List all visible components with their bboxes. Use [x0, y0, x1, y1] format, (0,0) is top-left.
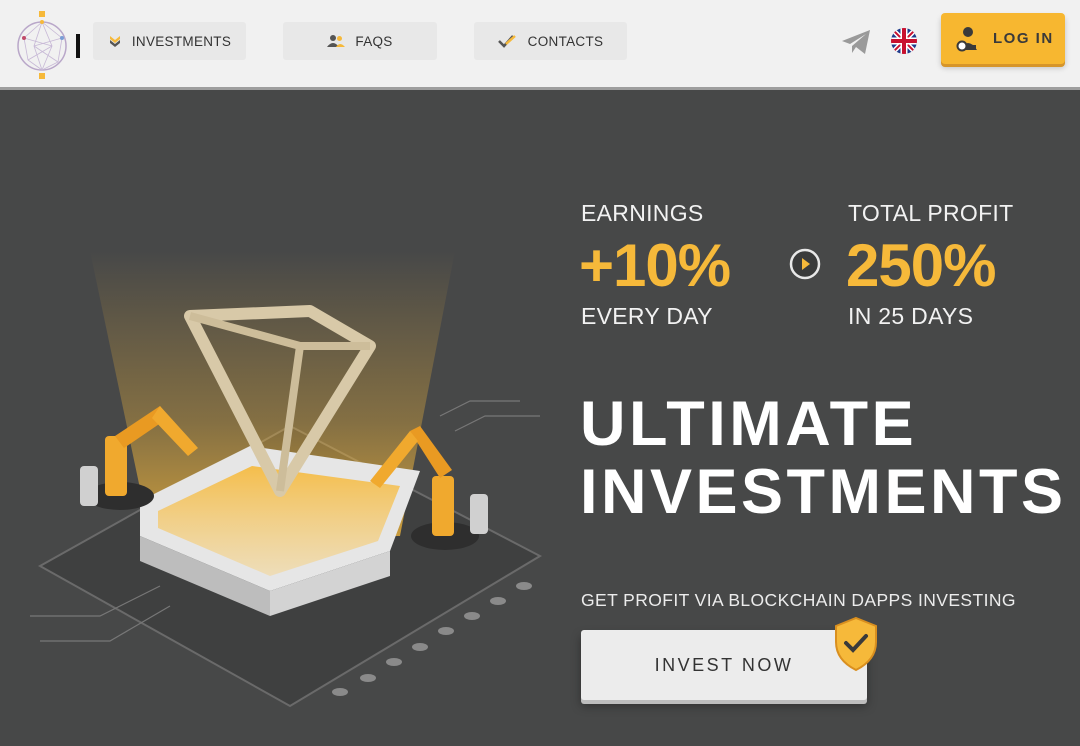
checkmark-icon	[497, 35, 516, 48]
header: INVESTMENTS FAQS CONTACTS LOG IN	[0, 0, 1080, 90]
login-button[interactable]: LOG IN	[941, 13, 1065, 64]
total-profit-value: 250%	[846, 232, 996, 299]
nav-investments-button[interactable]: INVESTMENTS	[93, 22, 246, 60]
users-icon	[327, 35, 346, 47]
earnings-period: EVERY DAY	[581, 303, 713, 329]
invest-now-label: INVEST NOW	[654, 654, 794, 675]
nav-faqs-button[interactable]: FAQS	[283, 22, 437, 60]
hero-title-line2: INVESTMENTS	[580, 457, 1067, 527]
total-profit-period: IN 25 DAYS	[848, 303, 974, 329]
telegram-icon[interactable]	[840, 28, 872, 56]
logo-divider	[76, 34, 80, 58]
nav-faqs-label: FAQS	[355, 33, 393, 49]
hero-title-line1: ULTIMATE	[580, 389, 918, 459]
login-label: LOG IN	[993, 30, 1054, 47]
chevrons-down-icon	[109, 36, 120, 47]
play-arrow-icon	[789, 248, 821, 280]
shield-check-icon	[835, 616, 877, 672]
logo-icon[interactable]	[14, 10, 72, 82]
total-profit-label: TOTAL PROFIT	[848, 200, 1014, 226]
hero-subtitle: GET PROFIT VIA BLOCKCHAIN DAPPS INVESTIN…	[581, 590, 1016, 610]
nav-investments-label: INVESTMENTS	[131, 33, 232, 49]
invest-now-button[interactable]: INVEST NOW	[581, 630, 867, 700]
nav-contacts-label: CONTACTS	[527, 33, 604, 49]
hero-title: ULTIMATE INVESTMENTS	[580, 390, 1067, 526]
hero-illustration	[30, 251, 543, 708]
nav-contacts-button[interactable]: CONTACTS	[474, 22, 627, 60]
uk-flag-icon[interactable]	[891, 28, 917, 54]
earnings-label: EARNINGS	[581, 200, 704, 226]
earnings-value: +10%	[579, 232, 731, 299]
user-key-icon	[956, 26, 977, 51]
